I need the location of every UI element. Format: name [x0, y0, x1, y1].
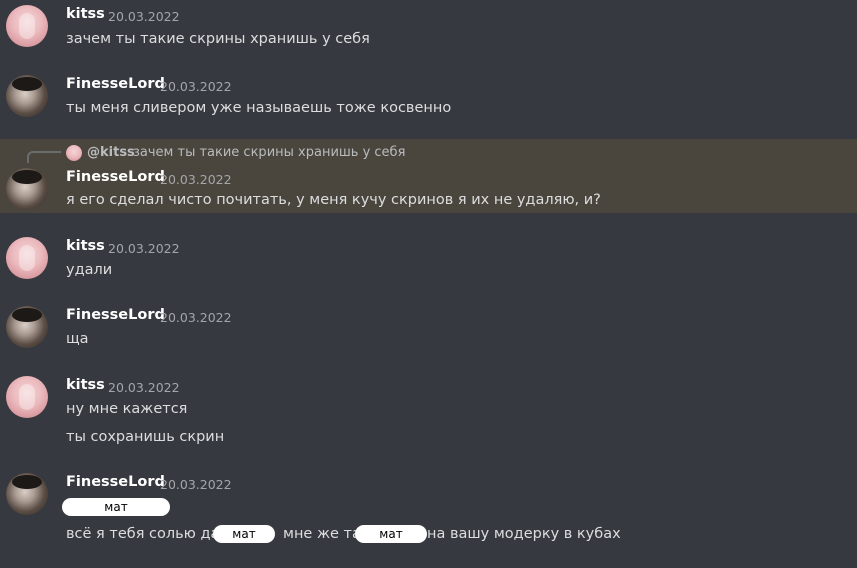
message-text: ты сохранишь скрин	[66, 429, 225, 445]
avatar[interactable]	[6, 473, 48, 515]
message-text: зачем ты такие скрины хранишь у себя	[66, 31, 370, 47]
reply-connector	[27, 151, 61, 163]
avatar[interactable]	[6, 75, 48, 117]
censor-blot: мат	[62, 498, 170, 516]
timestamp[interactable]: 20.03.2022	[160, 477, 232, 492]
username[interactable]: FinesseLord	[66, 169, 165, 185]
message-text: удали	[66, 262, 113, 278]
timestamp[interactable]: 20.03.2022	[160, 310, 232, 325]
reply-preview-text[interactable]: зачем ты такие скрины хранишь у себя	[133, 145, 405, 160]
avatar[interactable]	[6, 5, 48, 47]
username[interactable]: FinesseLord	[66, 76, 165, 92]
timestamp[interactable]: 20.03.2022	[108, 241, 180, 256]
timestamp[interactable]: 20.03.2022	[108, 380, 180, 395]
username[interactable]: kitss	[66, 377, 105, 393]
avatar[interactable]	[6, 376, 48, 418]
reply-avatar[interactable]	[66, 145, 82, 161]
username[interactable]: FinesseLord	[66, 307, 165, 323]
message-text: ща	[66, 331, 89, 347]
censor-blot: мат	[355, 525, 427, 543]
avatar[interactable]	[6, 237, 48, 279]
timestamp[interactable]: 20.03.2022	[160, 79, 232, 94]
message-text: ты меня сливером уже называешь тоже косв…	[66, 100, 452, 116]
message-text-part: всё я тебя солью да	[66, 526, 220, 542]
reply-author[interactable]: @kitss	[87, 145, 135, 160]
username[interactable]: FinesseLord	[66, 474, 165, 490]
username[interactable]: kitss	[66, 6, 105, 22]
message-text: ну мне кажется	[66, 401, 188, 417]
message-text-part: на вашу модерку в кубах	[427, 526, 621, 542]
avatar[interactable]	[6, 168, 48, 210]
username[interactable]: kitss	[66, 238, 105, 254]
message-text: я его сделал чисто почитать, у меня кучу…	[66, 192, 601, 208]
timestamp[interactable]: 20.03.2022	[160, 172, 232, 187]
avatar[interactable]	[6, 306, 48, 348]
censor-blot: мат	[213, 525, 275, 543]
timestamp[interactable]: 20.03.2022	[108, 9, 180, 24]
